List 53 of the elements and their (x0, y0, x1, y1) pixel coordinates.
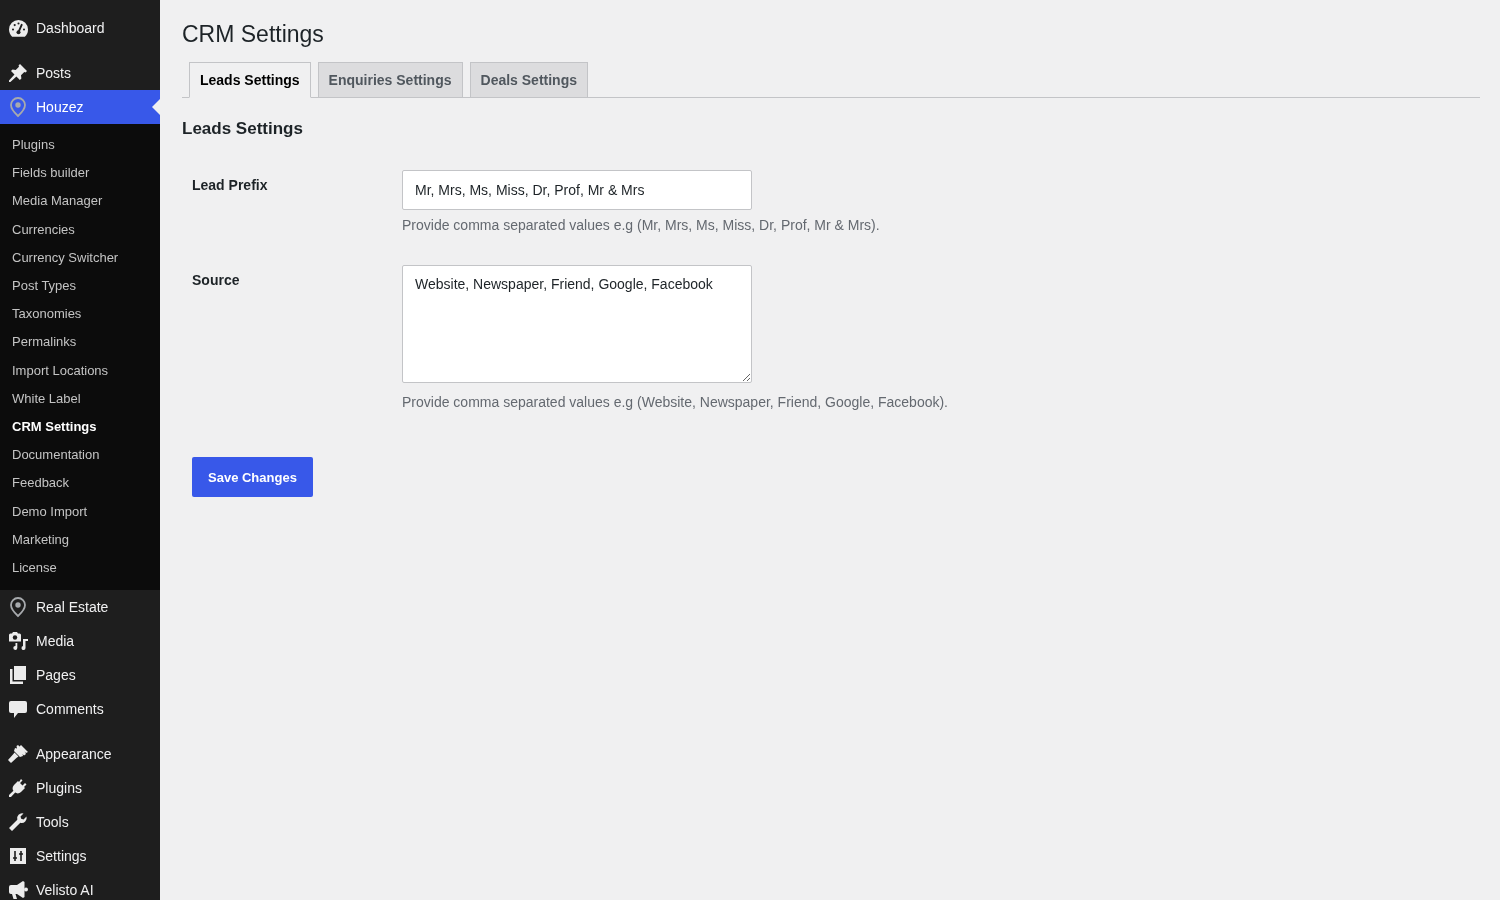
plug-icon (9, 779, 27, 798)
sidebar-menu-item[interactable]: Media (0, 624, 160, 659)
sidebar-submenu-item[interactable]: Import Locations (0, 356, 160, 385)
sidebar-submenu-item[interactable]: Marketing (0, 525, 160, 555)
sidebar-submenu-item[interactable]: Taxonomies (0, 300, 160, 329)
sidebar-submenu-item[interactable]: CRM Settings (0, 413, 160, 442)
sidebar-menu-item[interactable]: Real Estate (0, 590, 160, 625)
sliders-icon (10, 848, 26, 865)
text-input[interactable]: Mr, Mrs, Ms, Miss, Dr, Prof, Mr & Mrs (402, 170, 752, 210)
sidebar-menu-item[interactable]: Tools (0, 805, 160, 840)
section-heading: Leads Settings (182, 118, 303, 140)
wrench-icon (9, 813, 27, 832)
field-description: Provide comma separated values e.g (Mr, Mrs, Ms, Miss, Dr, Prof, Mr & Mrs). (402, 216, 880, 235)
field-label: Source (192, 271, 240, 290)
sidebar-submenu-item[interactable]: Post Types (0, 272, 160, 301)
sidebar-submenu-item[interactable]: Fields builder (0, 159, 160, 188)
save-changes-button[interactable]: Save Changes (192, 457, 313, 497)
field-label: Lead Prefix (192, 176, 268, 195)
sidebar-submenu-item[interactable]: Currency Switcher (0, 243, 160, 272)
menu-pointer-icon (152, 99, 160, 115)
sidebar-menu-item[interactable]: Comments (0, 692, 160, 727)
speech-bubble-icon (9, 700, 27, 718)
location-pin-icon (10, 597, 26, 618)
sidebar-menu-item[interactable]: Dashboard (0, 11, 160, 45)
sidebar-menu-item[interactable]: Posts (0, 56, 160, 90)
sidebar-menu-item[interactable]: Settings (0, 839, 160, 874)
sidebar-submenu-item[interactable]: Plugins (0, 131, 160, 160)
tab[interactable]: Leads Settings (189, 62, 311, 98)
tab[interactable]: Deals Settings (469, 62, 588, 98)
sidebar-menu-item[interactable]: Pages (0, 658, 160, 693)
page-title: CRM Settings (182, 20, 324, 49)
gauge-icon (8, 19, 28, 37)
sidebar-submenu-item[interactable]: Media Manager (0, 187, 160, 216)
sidebar-submenu-item[interactable]: Documentation (0, 441, 160, 470)
location-pin-icon (10, 97, 26, 117)
sidebar-menu-item[interactable]: Appearance (0, 737, 160, 772)
sidebar-submenu-item[interactable]: Feedback (0, 469, 160, 498)
sidebar-menu-item[interactable]: Plugins (0, 771, 160, 806)
sidebar-submenu-item[interactable]: White Label (0, 384, 160, 414)
sidebar-submenu-item[interactable]: Currencies (0, 215, 160, 244)
paintbrush-icon (8, 745, 28, 764)
sidebar-menu-item[interactable]: Houzez (0, 90, 160, 124)
sidebar-submenu-item[interactable]: License (0, 554, 160, 583)
sidebar-submenu-item[interactable]: Permalinks (0, 328, 160, 357)
sidebar-menu-item[interactable]: Velisto AI (0, 873, 160, 900)
text-area-field[interactable]: Website, Newspaper, Friend, Google, Facebook (402, 265, 752, 383)
field-description: Provide comma separated values e.g (Website, Newspaper, Friend, Google, Facebook). (402, 393, 948, 412)
megaphone-icon (8, 881, 28, 900)
tab[interactable]: Enquiries Settings (317, 62, 463, 98)
sidebar-submenu-item[interactable]: Demo Import (0, 497, 160, 526)
pages-icon (10, 666, 26, 685)
camera-note-icon (8, 632, 28, 651)
pushpin-icon (9, 64, 27, 82)
